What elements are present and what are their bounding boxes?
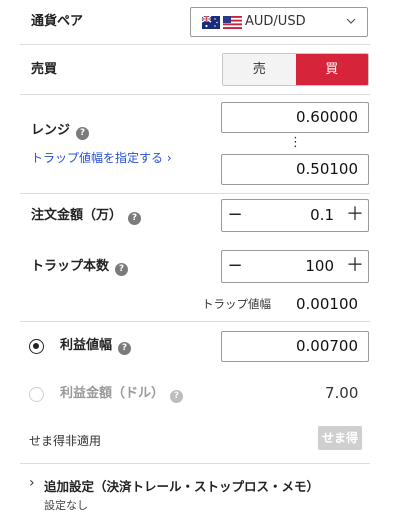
flag-icons bbox=[202, 16, 242, 29]
profit-width-label: 利益値幅? bbox=[60, 338, 132, 355]
order-amount-label-text: 注文金額（万） bbox=[31, 208, 123, 223]
profit-width-radio[interactable] bbox=[29, 339, 44, 354]
side-toggle[interactable]: 売 買 bbox=[222, 53, 369, 86]
minus-button[interactable]: − bbox=[222, 251, 248, 282]
profit-amount-value: 7.00 bbox=[325, 384, 359, 402]
divider bbox=[20, 94, 370, 95]
range-label: レンジ? bbox=[31, 123, 90, 140]
order-amount-stepper[interactable]: − 0.1 ＋ bbox=[221, 199, 369, 232]
profit-amount-label-text: 利益金額（ドル） bbox=[60, 386, 165, 401]
range-label-text: レンジ bbox=[31, 123, 71, 138]
divider bbox=[20, 193, 370, 194]
help-icon[interactable]: ? bbox=[118, 342, 132, 355]
range-high-input[interactable]: 0.60000 bbox=[221, 102, 369, 133]
order-amount-label: 注文金額（万）? bbox=[31, 208, 142, 225]
chevron-right-icon: › bbox=[29, 475, 35, 491]
minus-button[interactable]: − bbox=[222, 200, 248, 231]
divider bbox=[20, 463, 370, 464]
range-separator: ⋮ bbox=[289, 135, 302, 150]
divider bbox=[20, 44, 370, 45]
order-amount-value[interactable]: 0.1 bbox=[310, 200, 334, 231]
trap-count-label-text: トラップ本数 bbox=[31, 259, 110, 274]
trap-count-stepper[interactable]: − 100 ＋ bbox=[221, 250, 369, 283]
plus-button[interactable]: ＋ bbox=[342, 251, 368, 282]
sell-button[interactable]: 売 bbox=[223, 54, 296, 85]
advanced-settings-sub: 設定なし bbox=[44, 499, 88, 512]
divider bbox=[20, 321, 370, 322]
trap-width-value: 0.00100 bbox=[296, 295, 359, 313]
help-icon[interactable]: ? bbox=[170, 390, 184, 403]
help-icon[interactable]: ? bbox=[115, 263, 129, 276]
range-low-input[interactable]: 0.50100 bbox=[221, 154, 369, 185]
profit-width-input[interactable]: 0.00700 bbox=[221, 331, 369, 362]
chevron-down-icon bbox=[346, 18, 356, 24]
pair-value: AUD/USD bbox=[245, 14, 306, 29]
trap-width-label: トラップ値幅 bbox=[202, 297, 271, 311]
advanced-settings[interactable]: › 追加設定（決済トレール・ストップロス・メモ） 設定なし bbox=[29, 475, 374, 515]
profit-width-label-text: 利益値幅 bbox=[60, 338, 113, 353]
help-icon[interactable]: ? bbox=[128, 212, 142, 225]
trap-width-link[interactable]: トラップ値幅を指定する › bbox=[31, 149, 172, 166]
side-label: 売買 bbox=[31, 62, 58, 77]
profit-amount-radio[interactable] bbox=[29, 387, 44, 402]
pair-select[interactable]: AUD/USD bbox=[190, 7, 368, 37]
profit-amount-label: 利益金額（ドル）? bbox=[60, 386, 184, 403]
help-icon[interactable]: ? bbox=[76, 127, 90, 140]
semaetoku-badge: せま得 bbox=[318, 426, 362, 450]
plus-button[interactable]: ＋ bbox=[342, 200, 368, 231]
trap-count-value[interactable]: 100 bbox=[305, 251, 334, 282]
buy-button[interactable]: 買 bbox=[295, 54, 368, 85]
semaetoku-label: せま得非適用 bbox=[29, 434, 102, 448]
advanced-settings-label: 追加設定（決済トレール・ストップロス・メモ） bbox=[44, 479, 320, 494]
trap-count-label: トラップ本数? bbox=[31, 259, 129, 276]
pair-label: 通貨ペア bbox=[31, 14, 84, 29]
